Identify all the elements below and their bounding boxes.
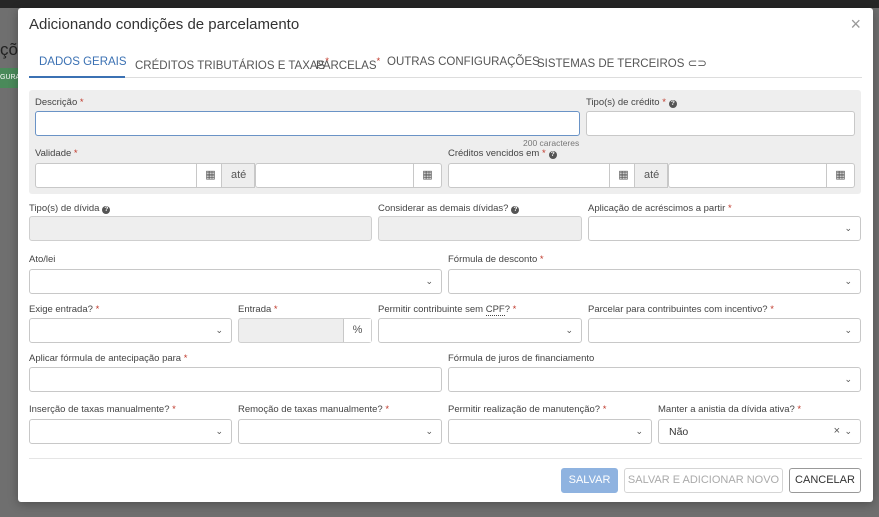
calendar-icon[interactable]: ▦ xyxy=(413,164,441,187)
manter-anistia-label: Manter a anistia da dívida ativa? * xyxy=(658,404,802,415)
clear-icon[interactable]: × xyxy=(834,425,840,437)
remocao-taxas-label: Remoção de taxas manualmente? * xyxy=(238,404,390,415)
validade-end-input[interactable]: ▦ xyxy=(255,163,442,188)
percent-addon: % xyxy=(343,319,371,342)
help-icon[interactable]: ? xyxy=(102,206,111,214)
tab-sistemas-terceiros[interactable]: SISTEMAS DE TERCEIROS ⊂⊃ xyxy=(537,56,707,70)
manter-anistia-select[interactable]: Não × ⌄ xyxy=(658,419,861,444)
entrada-input: % xyxy=(238,318,372,343)
chevron-down-icon: ⌄ xyxy=(425,426,433,436)
validade-label: Validade * xyxy=(35,148,78,159)
calendar-icon[interactable]: ▦ xyxy=(196,164,224,187)
app-top-bar xyxy=(0,0,879,8)
descricao-label: Descrição * xyxy=(35,97,84,108)
creditos-vencidos-end-input[interactable]: ▦ xyxy=(668,163,855,188)
chevron-down-icon: ⌄ xyxy=(844,223,852,233)
installment-conditions-modal: Adicionando condições de parcelamento × … xyxy=(18,8,873,502)
formula-desconto-select[interactable]: ⌄ xyxy=(448,269,861,294)
active-tab-indicator xyxy=(29,76,125,78)
cancel-button[interactable]: CANCELAR xyxy=(789,468,861,493)
tipos-divida-label: Tipo(s) de dívida? xyxy=(29,203,111,214)
tab-creditos-tributarios[interactable]: CRÉDITOS TRIBUTÁRIOS E TAXAS* xyxy=(135,56,329,72)
formula-juros-select[interactable]: ⌄ xyxy=(448,367,861,392)
tipos-divida-input xyxy=(29,216,372,241)
permitir-manutencao-label: Permitir realização de manutenção? * xyxy=(448,404,607,415)
help-icon[interactable]: ? xyxy=(668,100,677,108)
tab-outras-configuracoes[interactable]: OUTRAS CONFIGURAÇÕES xyxy=(387,56,540,68)
chevron-down-icon: ⌄ xyxy=(215,426,223,436)
chevron-down-icon: ⌄ xyxy=(635,426,643,436)
exige-entrada-select[interactable]: ⌄ xyxy=(29,318,232,343)
save-and-add-new-button[interactable]: SALVAR E ADICIONAR NOVO xyxy=(624,468,783,493)
entrada-label: Entrada * xyxy=(238,304,278,315)
close-icon[interactable]: × xyxy=(850,14,861,35)
ato-lei-label: Ato/lei xyxy=(29,254,56,265)
parcelar-incentivo-select[interactable]: ⌄ xyxy=(588,318,861,343)
calendar-icon[interactable]: ▦ xyxy=(826,164,854,187)
formula-antecipacao-label: Aplicar fórmula de antecipação para * xyxy=(29,353,188,364)
save-button[interactable]: SALVAR xyxy=(561,468,618,493)
permitir-sem-cpf-select[interactable]: ⌄ xyxy=(378,318,582,343)
insercao-taxas-select[interactable]: ⌄ xyxy=(29,419,232,444)
chevron-down-icon: ⌄ xyxy=(215,325,223,335)
formula-desconto-label: Fórmula de desconto * xyxy=(448,254,544,265)
tipos-credito-label: Tipo(s) de crédito *? xyxy=(586,97,677,108)
validade-ate-addon: até xyxy=(221,163,255,188)
tab-dados-gerais[interactable]: DADOS GERAIS xyxy=(39,56,127,68)
help-icon[interactable]: ? xyxy=(548,151,557,159)
considerar-label: Considerar as demais dívidas?? xyxy=(378,203,520,214)
chevron-down-icon: ⌄ xyxy=(425,276,433,286)
permitir-manutencao-select[interactable]: ⌄ xyxy=(448,419,652,444)
insercao-taxas-label: Inserção de taxas manualmente? * xyxy=(29,404,176,415)
tab-bar: DADOS GERAIS CRÉDITOS TRIBUTÁRIOS E TAXA… xyxy=(29,48,862,78)
aplicacao-acrescimos-select[interactable]: ⌄ xyxy=(588,216,861,241)
parcelar-incentivo-label: Parcelar para contribuintes com incentiv… xyxy=(588,304,774,315)
ato-lei-select[interactable]: ⌄ xyxy=(29,269,442,294)
chevron-down-icon: ⌄ xyxy=(844,276,852,286)
formula-juros-label: Fórmula de juros de financiamento xyxy=(448,353,595,364)
chevron-down-icon: ⌄ xyxy=(844,325,852,335)
permitir-sem-cpf-label: Permitir contribuinte sem CPF? * xyxy=(378,304,517,316)
aplicacao-acrescimos-label: Aplicação de acréscimos a partir * xyxy=(588,203,732,214)
footer-divider xyxy=(29,458,862,459)
calendar-icon[interactable]: ▦ xyxy=(609,164,637,187)
modal-title: Adicionando condições de parcelamento xyxy=(29,16,300,33)
manter-anistia-value: Não xyxy=(669,426,689,438)
remocao-taxas-select[interactable]: ⌄ xyxy=(238,419,442,444)
formula-antecipacao-input[interactable] xyxy=(29,367,442,392)
descricao-input[interactable] xyxy=(35,111,580,136)
chevron-down-icon: ⌄ xyxy=(844,426,852,436)
creditos-vencidos-start-input[interactable]: ▦ xyxy=(448,163,638,188)
creditos-vencidos-ate-addon: até xyxy=(634,163,668,188)
tab-parcelas[interactable]: PARCELAS* xyxy=(316,56,380,72)
background-chip: GURA xyxy=(0,68,18,88)
descricao-char-counter: 200 caracteres xyxy=(523,138,580,148)
chevron-down-icon: ⌄ xyxy=(565,325,573,335)
toggle-icon: ⊂⊃ xyxy=(687,58,707,70)
tipos-credito-input[interactable] xyxy=(586,111,855,136)
validade-start-input[interactable]: ▦ xyxy=(35,163,225,188)
chevron-down-icon: ⌄ xyxy=(844,374,852,384)
considerar-input xyxy=(378,216,582,241)
creditos-vencidos-label: Créditos vencidos em *? xyxy=(448,148,557,159)
help-icon[interactable]: ? xyxy=(511,206,520,214)
exige-entrada-label: Exige entrada? * xyxy=(29,304,100,315)
